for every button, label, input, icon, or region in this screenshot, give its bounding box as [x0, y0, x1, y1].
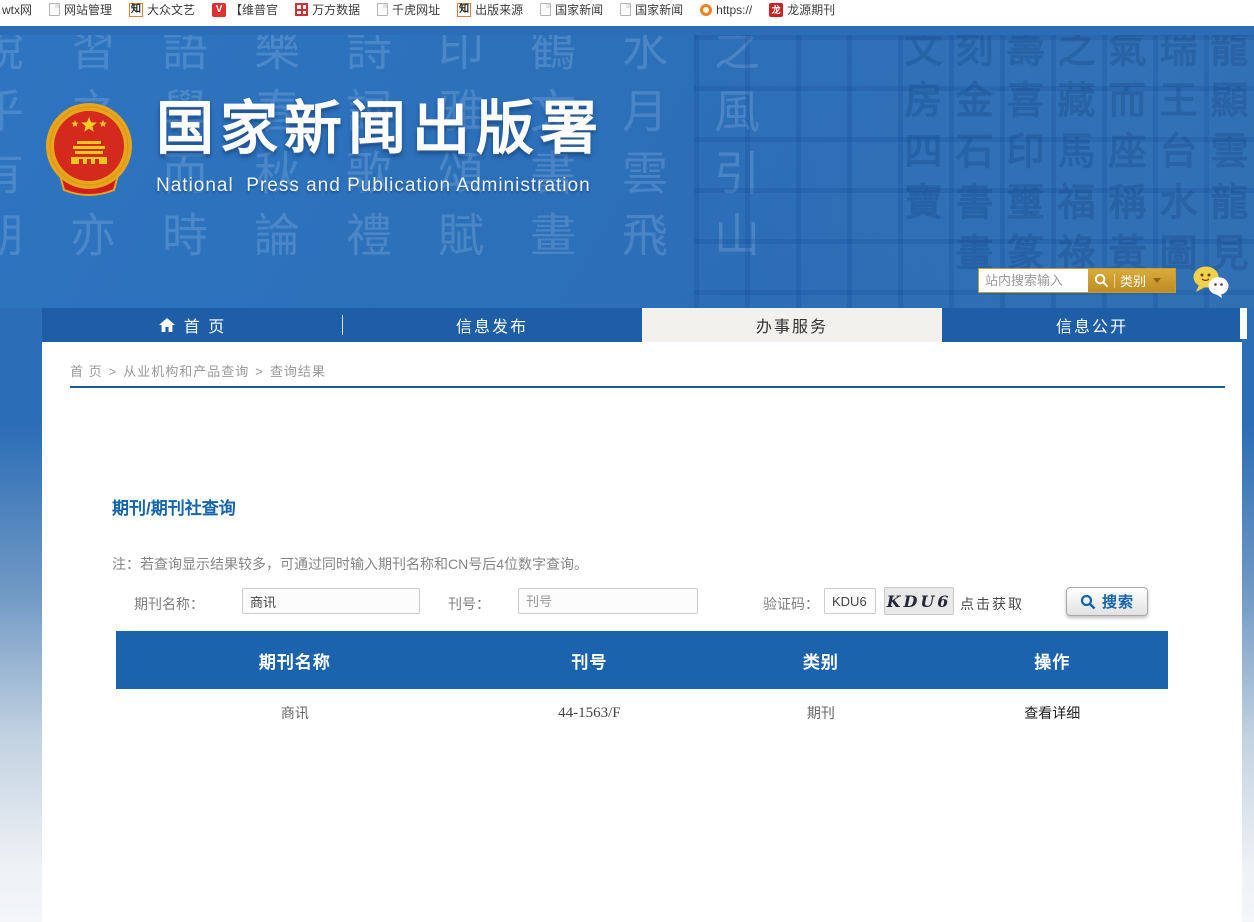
bookmark-item[interactable]: 知 大众文艺 — [129, 2, 195, 17]
site-search-input[interactable] — [979, 269, 1088, 292]
page-root: wtx网 网站管理 知 大众文艺 V 【维普官 万方数据 千虎网址 知 出版来源… — [0, 0, 1254, 922]
issue-number-input[interactable] — [518, 588, 698, 614]
search-category-label[interactable]: 类别 — [1120, 271, 1146, 290]
breadcrumb-query[interactable]: 从业机构和产品查询 — [123, 364, 249, 379]
circle-icon — [700, 4, 712, 16]
breadcrumb: 首 页>从业机构和产品查询>查询结果 — [70, 361, 326, 380]
bookmark-item[interactable]: 万方数据 — [295, 2, 360, 17]
captcha-image[interactable]: KDU6 — [884, 587, 954, 615]
site-banner: 之風引山水月雲飛鶴文書畫印雅頌賦詩詞歌禮樂春秋論語學而時習之不亦說乎有朋自遠方來… — [0, 35, 1254, 308]
divider — [1114, 274, 1115, 288]
content-area: 首 页>从业机构和产品查询>查询结果 期刊/期刊社查询 注：若查询显示结果较多，… — [42, 342, 1242, 922]
page-title: 期刊/期刊社查询 — [112, 494, 236, 519]
journal-name-label: 期刊名称： — [134, 594, 204, 614]
col-header-journal-name: 期刊名称 — [116, 648, 474, 673]
weipu-icon: V — [212, 3, 226, 17]
captcha-label: 验证码： — [763, 594, 819, 614]
breadcrumb-current: 查询结果 — [270, 364, 326, 379]
bookmark-item[interactable]: 国家新闻 — [540, 2, 603, 17]
cell-journal-name: 商讯 — [116, 703, 474, 723]
chevron-down-icon — [1153, 278, 1161, 283]
home-icon — [158, 317, 176, 333]
bookmark-item[interactable]: 知 出版来源 — [457, 2, 523, 17]
site-subtitle: National Press and Publication Administr… — [156, 175, 604, 197]
cell-issue-number: 44-1563/F — [474, 705, 705, 722]
col-header-action: 操作 — [937, 648, 1168, 673]
issue-number-label: 刊号： — [448, 594, 490, 614]
nav-item-home[interactable]: 首 页 — [42, 308, 342, 342]
search-icon — [1094, 273, 1109, 288]
site-title: 国家新闻出版署 — [156, 97, 604, 161]
table-header-row: 期刊名称 刊号 类别 操作 — [116, 631, 1168, 689]
journal-name-input[interactable] — [242, 588, 420, 614]
bookmark-item[interactable]: https:// — [700, 2, 752, 17]
nav-item-info-disclosure[interactable]: 信息公开 — [942, 308, 1242, 342]
breadcrumb-home[interactable]: 首 页 — [70, 364, 103, 379]
bookmark-item[interactable]: 千虎网址 — [377, 2, 440, 17]
page-icon — [540, 3, 551, 16]
national-emblem — [44, 101, 134, 201]
nav-item-services[interactable]: 办事服务 — [642, 308, 942, 342]
zhihu-icon: 知 — [129, 3, 143, 17]
captcha-input[interactable] — [824, 588, 876, 614]
results-table: 期刊名称 刊号 类别 操作 商讯 44-1563/F 期刊 查看详细 — [116, 631, 1168, 737]
cell-category: 期刊 — [705, 703, 936, 723]
captcha-refresh-link[interactable]: 点击获取 — [960, 594, 1024, 614]
bookmark-item[interactable]: wtx网 — [2, 2, 32, 17]
bookmark-item[interactable]: 网站管理 — [49, 2, 112, 17]
zhihu-icon: 知 — [457, 3, 471, 17]
page-icon — [377, 3, 388, 16]
site-search: 类别 — [978, 268, 1176, 293]
main-nav: 首 页 信息发布 办事服务 信息公开 — [42, 308, 1242, 342]
search-icon — [1080, 594, 1096, 610]
nav-divider — [342, 315, 343, 335]
bookmark-item[interactable]: 国家新闻 — [620, 2, 683, 17]
nav-item-info-release[interactable]: 信息发布 — [342, 308, 642, 342]
longyuan-icon: 龙 — [769, 3, 783, 17]
page-icon — [620, 3, 631, 16]
search-button[interactable]: 搜索 — [1066, 587, 1148, 616]
table-row: 商讯 44-1563/F 期刊 查看详细 — [116, 689, 1168, 737]
col-header-issue-number: 刊号 — [474, 648, 705, 673]
query-note: 注：若查询显示结果较多，可通过同时输入期刊名称和CN号后4位数字查询。 — [112, 554, 588, 574]
bookmark-item[interactable]: 龙 龙源期刊 — [769, 2, 835, 17]
col-header-category: 类别 — [705, 648, 936, 673]
wechat-icon[interactable] — [1192, 265, 1230, 299]
page-icon — [49, 3, 60, 16]
view-detail-link[interactable]: 查看详细 — [937, 703, 1168, 723]
site-brand: 国家新闻出版署 National Press and Publication A… — [156, 97, 604, 197]
wanfang-icon — [295, 3, 308, 16]
breadcrumb-rule — [70, 386, 1225, 388]
scrollbar-notch — [1240, 308, 1247, 339]
site-search-submit[interactable]: 类别 — [1088, 269, 1175, 292]
bookmark-item[interactable]: V 【维普官 — [212, 2, 278, 17]
bookmarks-bar: wtx网 网站管理 知 大众文艺 V 【维普官 万方数据 千虎网址 知 出版来源… — [0, 0, 1254, 26]
